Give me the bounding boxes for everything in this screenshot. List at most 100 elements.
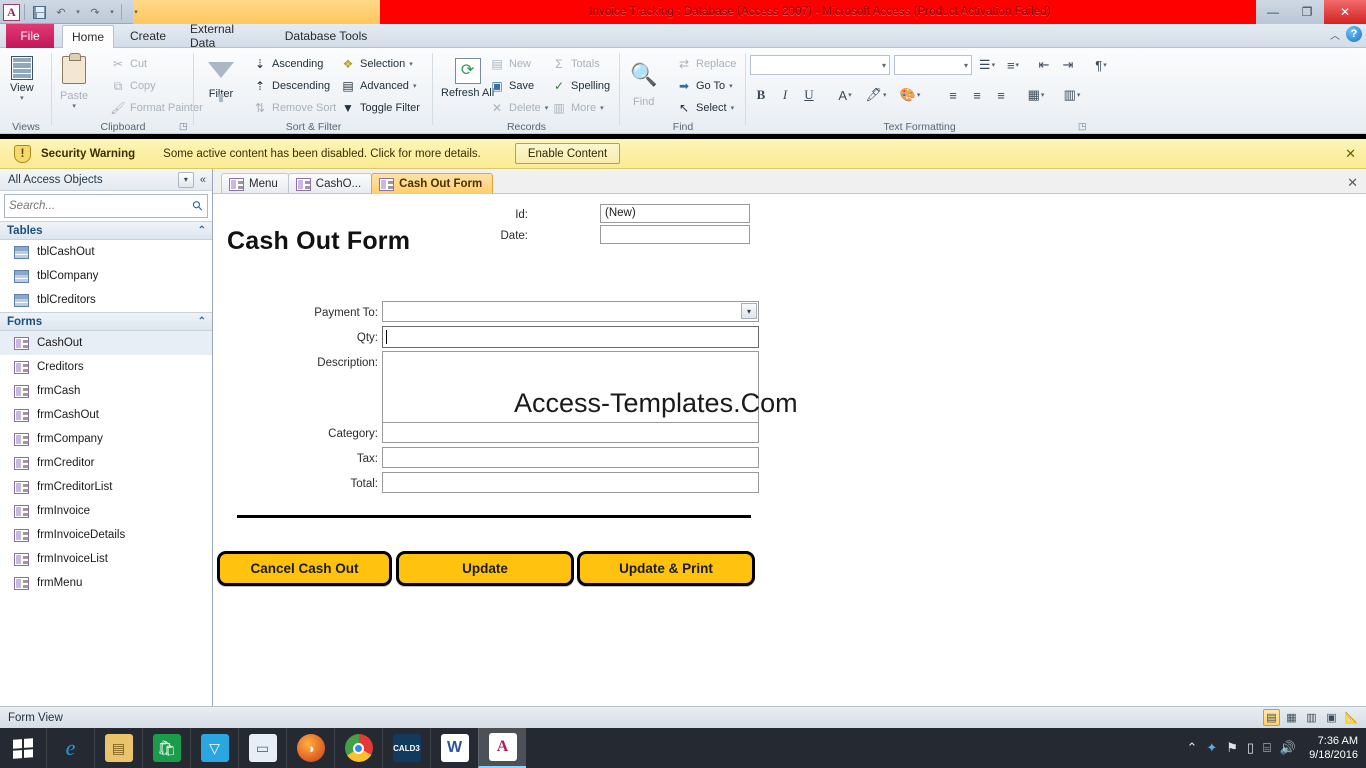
layout-view-button[interactable]: ▣ <box>1323 709 1340 726</box>
tab-file[interactable]: File <box>6 24 54 48</box>
totals-button[interactable]: Σ Totals <box>551 56 599 72</box>
align-right-button[interactable]: ≡ <box>990 84 1012 106</box>
gridlines-button[interactable]: ▦ ▾ <box>1022 84 1050 106</box>
decrease-indent-button[interactable]: ⇤ <box>1034 55 1054 75</box>
category-field[interactable] <box>382 422 759 443</box>
goto-button[interactable]: ➡ Go To ▾ <box>676 78 733 94</box>
view-button[interactable]: View ▾ <box>10 56 34 102</box>
ribbon-collapse-icon[interactable]: ︿ <box>1330 27 1340 42</box>
taskbar-item-chrome[interactable] <box>334 728 382 768</box>
clock[interactable]: 7:36 AM 9/18/2016 <box>1305 734 1358 762</box>
payment-to-combobox[interactable]: ▾ <box>382 301 759 322</box>
italic-button[interactable]: I <box>774 84 796 106</box>
nav-item-tblcashout[interactable]: tblCashOut <box>0 240 212 264</box>
taskbar-item-firefox[interactable]: ◑ <box>286 728 334 768</box>
font-name-select[interactable]: ▾ <box>750 55 890 75</box>
update-and-print-button[interactable]: Update & Print <box>577 551 755 586</box>
nav-item-frmcash[interactable]: frmCash <box>0 379 212 403</box>
font-color-button[interactable]: A ▾ <box>832 84 858 106</box>
close-document-icon[interactable]: ✕ <box>1347 175 1358 191</box>
alternate-row-color-button[interactable]: ▥ ▾ <box>1058 84 1086 106</box>
sort-descending-button[interactable]: ⇡ Descending <box>252 78 330 94</box>
start-button[interactable] <box>0 728 46 768</box>
toggle-filter-button[interactable]: ▼ Toggle Filter <box>340 100 420 116</box>
nav-item-frmmenu[interactable]: frmMenu <box>0 571 212 595</box>
update-button[interactable]: Update <box>396 551 574 586</box>
find-button[interactable]: 🔍 Find <box>630 62 657 108</box>
datasheet-view-button[interactable]: ▦ <box>1283 709 1300 726</box>
text-highlight-button[interactable]: 🖊 ▾ <box>862 84 890 106</box>
nav-item-frmcompany[interactable]: frmCompany <box>0 427 212 451</box>
nav-item-frminvoicedetails[interactable]: frmInvoiceDetails <box>0 523 212 547</box>
close-icon[interactable]: ✕ <box>1345 146 1356 162</box>
filter-button[interactable]: Filter <box>208 62 234 102</box>
date-field[interactable] <box>600 225 750 244</box>
save-button[interactable] <box>29 2 49 22</box>
save-record-button[interactable]: ▣ Save <box>489 78 534 94</box>
refresh-all-button[interactable]: ⟳ Refresh All <box>441 58 494 99</box>
clipboard-dialog-launcher[interactable]: ◳ <box>179 121 190 132</box>
tax-field[interactable] <box>382 447 759 468</box>
search-input[interactable] <box>9 200 194 212</box>
taskbar-item-internet-explorer[interactable]: e <box>46 728 94 768</box>
design-view-button[interactable]: 📐 <box>1343 709 1360 726</box>
tab-cashout[interactable]: CashO... <box>287 173 373 194</box>
taskbar-item-cald3[interactable]: CALD3 <box>382 728 430 768</box>
copy-button[interactable]: ⧉ Copy <box>110 78 156 94</box>
pivottable-view-button[interactable]: ▥ <box>1303 709 1320 726</box>
tab-cash-out-form[interactable]: Cash Out Form <box>371 173 494 194</box>
replace-button[interactable]: ⇄ Replace <box>676 56 736 72</box>
nav-group-tables[interactable]: Tables ⌃ <box>0 221 212 240</box>
background-color-button[interactable]: 🎨 ▾ <box>896 84 924 106</box>
battery-icon[interactable]: ▯ <box>1247 740 1254 756</box>
minimize-button[interactable]: — <box>1256 0 1290 24</box>
nav-item-cashout[interactable]: CashOut <box>0 331 212 355</box>
taskbar-item-windows-store[interactable]: 🛍 <box>142 728 190 768</box>
tab-external-data[interactable]: External Data <box>180 22 272 50</box>
bold-button[interactable]: B <box>750 84 772 106</box>
search-box[interactable]: ⚲ <box>4 194 208 218</box>
bullets-button[interactable]: ☰ ▾ <box>976 55 998 75</box>
search-icon[interactable]: ⚲ <box>189 197 207 215</box>
align-center-button[interactable]: ≡ <box>966 84 988 106</box>
help-button[interactable]: ? <box>1346 26 1362 42</box>
nav-item-tblcompany[interactable]: tblCompany <box>0 264 212 288</box>
tab-database-tools[interactable]: Database Tools <box>274 24 378 48</box>
align-left-button[interactable]: ≡ <box>942 84 964 106</box>
format-painter-button[interactable]: 🖌 Format Painter <box>110 100 202 116</box>
advanced-button[interactable]: ▤ Advanced ▾ <box>340 78 416 94</box>
spelling-button[interactable]: ✓ Spelling <box>551 78 610 94</box>
more-button[interactable]: ▥ More ▾ <box>551 100 603 116</box>
network-icon[interactable]: ⌸ <box>1263 740 1271 756</box>
select-button[interactable]: ↖ Select ▾ <box>676 100 734 116</box>
tab-menu[interactable]: Menu <box>221 173 289 194</box>
nav-group-forms[interactable]: Forms ⌃ <box>0 312 212 331</box>
nav-item-frminvoice[interactable]: frmInvoice <box>0 499 212 523</box>
taskbar-item-lenovo[interactable]: ▭ <box>238 728 286 768</box>
undo-button[interactable]: ↶ <box>51 2 71 22</box>
form-view-button[interactable]: ▤ <box>1263 709 1280 726</box>
paste-button[interactable]: Paste ▾ <box>60 53 88 110</box>
tab-create[interactable]: Create <box>120 24 176 48</box>
text-direction-button[interactable]: ¶ ▾ <box>1088 55 1114 75</box>
total-field[interactable] <box>382 472 759 493</box>
cut-button[interactable]: ✂ Cut <box>110 56 147 72</box>
chevron-up-icon[interactable]: ⌃ <box>198 316 206 327</box>
dropdown-icon[interactable]: ▾ <box>177 171 194 188</box>
sort-ascending-button[interactable]: ⇣ Ascending <box>252 56 323 72</box>
redo-button[interactable]: ↷ <box>85 2 105 22</box>
taskbar-item-file-explorer[interactable]: ▤ <box>94 728 142 768</box>
remove-sort-button[interactable]: ⇅ Remove Sort <box>252 100 336 116</box>
action-center-icon[interactable]: ⚑ <box>1226 740 1238 756</box>
nav-item-frmcashout[interactable]: frmCashOut <box>0 403 212 427</box>
undo-menu-button[interactable]: ▾ <box>73 2 83 22</box>
tab-home[interactable]: Home <box>62 25 114 49</box>
customize-qat-button[interactable]: ▾ <box>126 2 146 22</box>
cancel-cash-out-button[interactable]: Cancel Cash Out <box>217 551 392 586</box>
qty-field[interactable] <box>382 326 759 348</box>
bluetooth-icon[interactable]: ✦ <box>1206 740 1217 756</box>
collapse-pane-icon[interactable]: « <box>198 174 208 186</box>
nav-item-frmcreditor[interactable]: frmCreditor <box>0 451 212 475</box>
chevron-down-icon[interactable]: ▾ <box>741 303 757 319</box>
delete-record-button[interactable]: ✕ Delete ▾ <box>489 100 548 116</box>
